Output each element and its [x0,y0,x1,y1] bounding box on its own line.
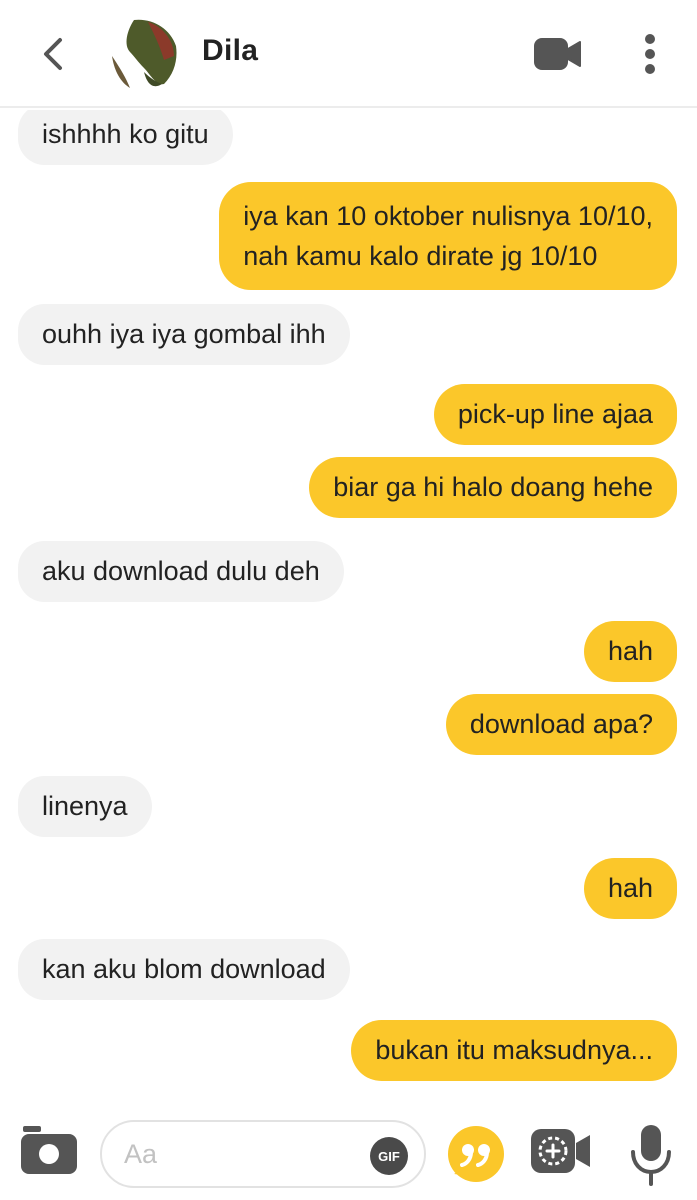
message-incoming[interactable]: ishhhh ko gitu [18,110,233,165]
back-chevron-icon [44,38,62,70]
avatar-image [112,19,177,88]
sticker-video-icon [531,1129,590,1173]
message-outgoing[interactable]: hah [583,858,677,919]
video-camera-icon [534,38,581,70]
microphone-icon [631,1125,671,1186]
contact-name[interactable]: Dila [202,34,258,68]
message-list[interactable]: ishhhh ko gitu iya kan 10 oktober nulisn… [0,110,697,1100]
microphone-button[interactable] [628,1122,674,1188]
message-outgoing[interactable]: pick-up line ajaa [433,384,677,445]
sticker-video-button[interactable] [528,1126,594,1178]
back-button[interactable] [30,30,78,78]
message-outgoing[interactable]: iya kan 10 oktober nulisnya 10/10, nah k… [219,182,677,290]
message-input-container[interactable]: GIF [100,1120,426,1188]
more-vertical-icon [645,34,655,74]
quote-icon [448,1126,504,1182]
message-composer: GIF [0,1100,697,1200]
message-outgoing[interactable]: biar ga hi halo doang hehe [309,457,677,518]
message-outgoing[interactable]: bukan itu maksudnya... [351,1020,677,1081]
message-incoming[interactable]: linenya [18,776,152,837]
quote-button[interactable] [444,1124,508,1188]
avatar[interactable] [104,16,180,92]
camera-icon [21,1126,77,1174]
message-incoming[interactable]: ouhh iya iya gombal ihh [18,304,350,365]
message-input[interactable] [124,1134,354,1174]
video-call-button[interactable] [530,34,586,74]
camera-button[interactable] [18,1122,80,1178]
message-incoming[interactable]: kan aku blom download [18,939,350,1000]
message-outgoing[interactable]: hah [583,621,677,682]
message-incoming[interactable]: aku download dulu deh [18,541,344,602]
chat-header: Dila [0,0,697,108]
more-options-button[interactable] [636,30,664,78]
gif-button[interactable]: GIF [370,1137,408,1175]
message-outgoing[interactable]: download apa? [445,694,677,755]
